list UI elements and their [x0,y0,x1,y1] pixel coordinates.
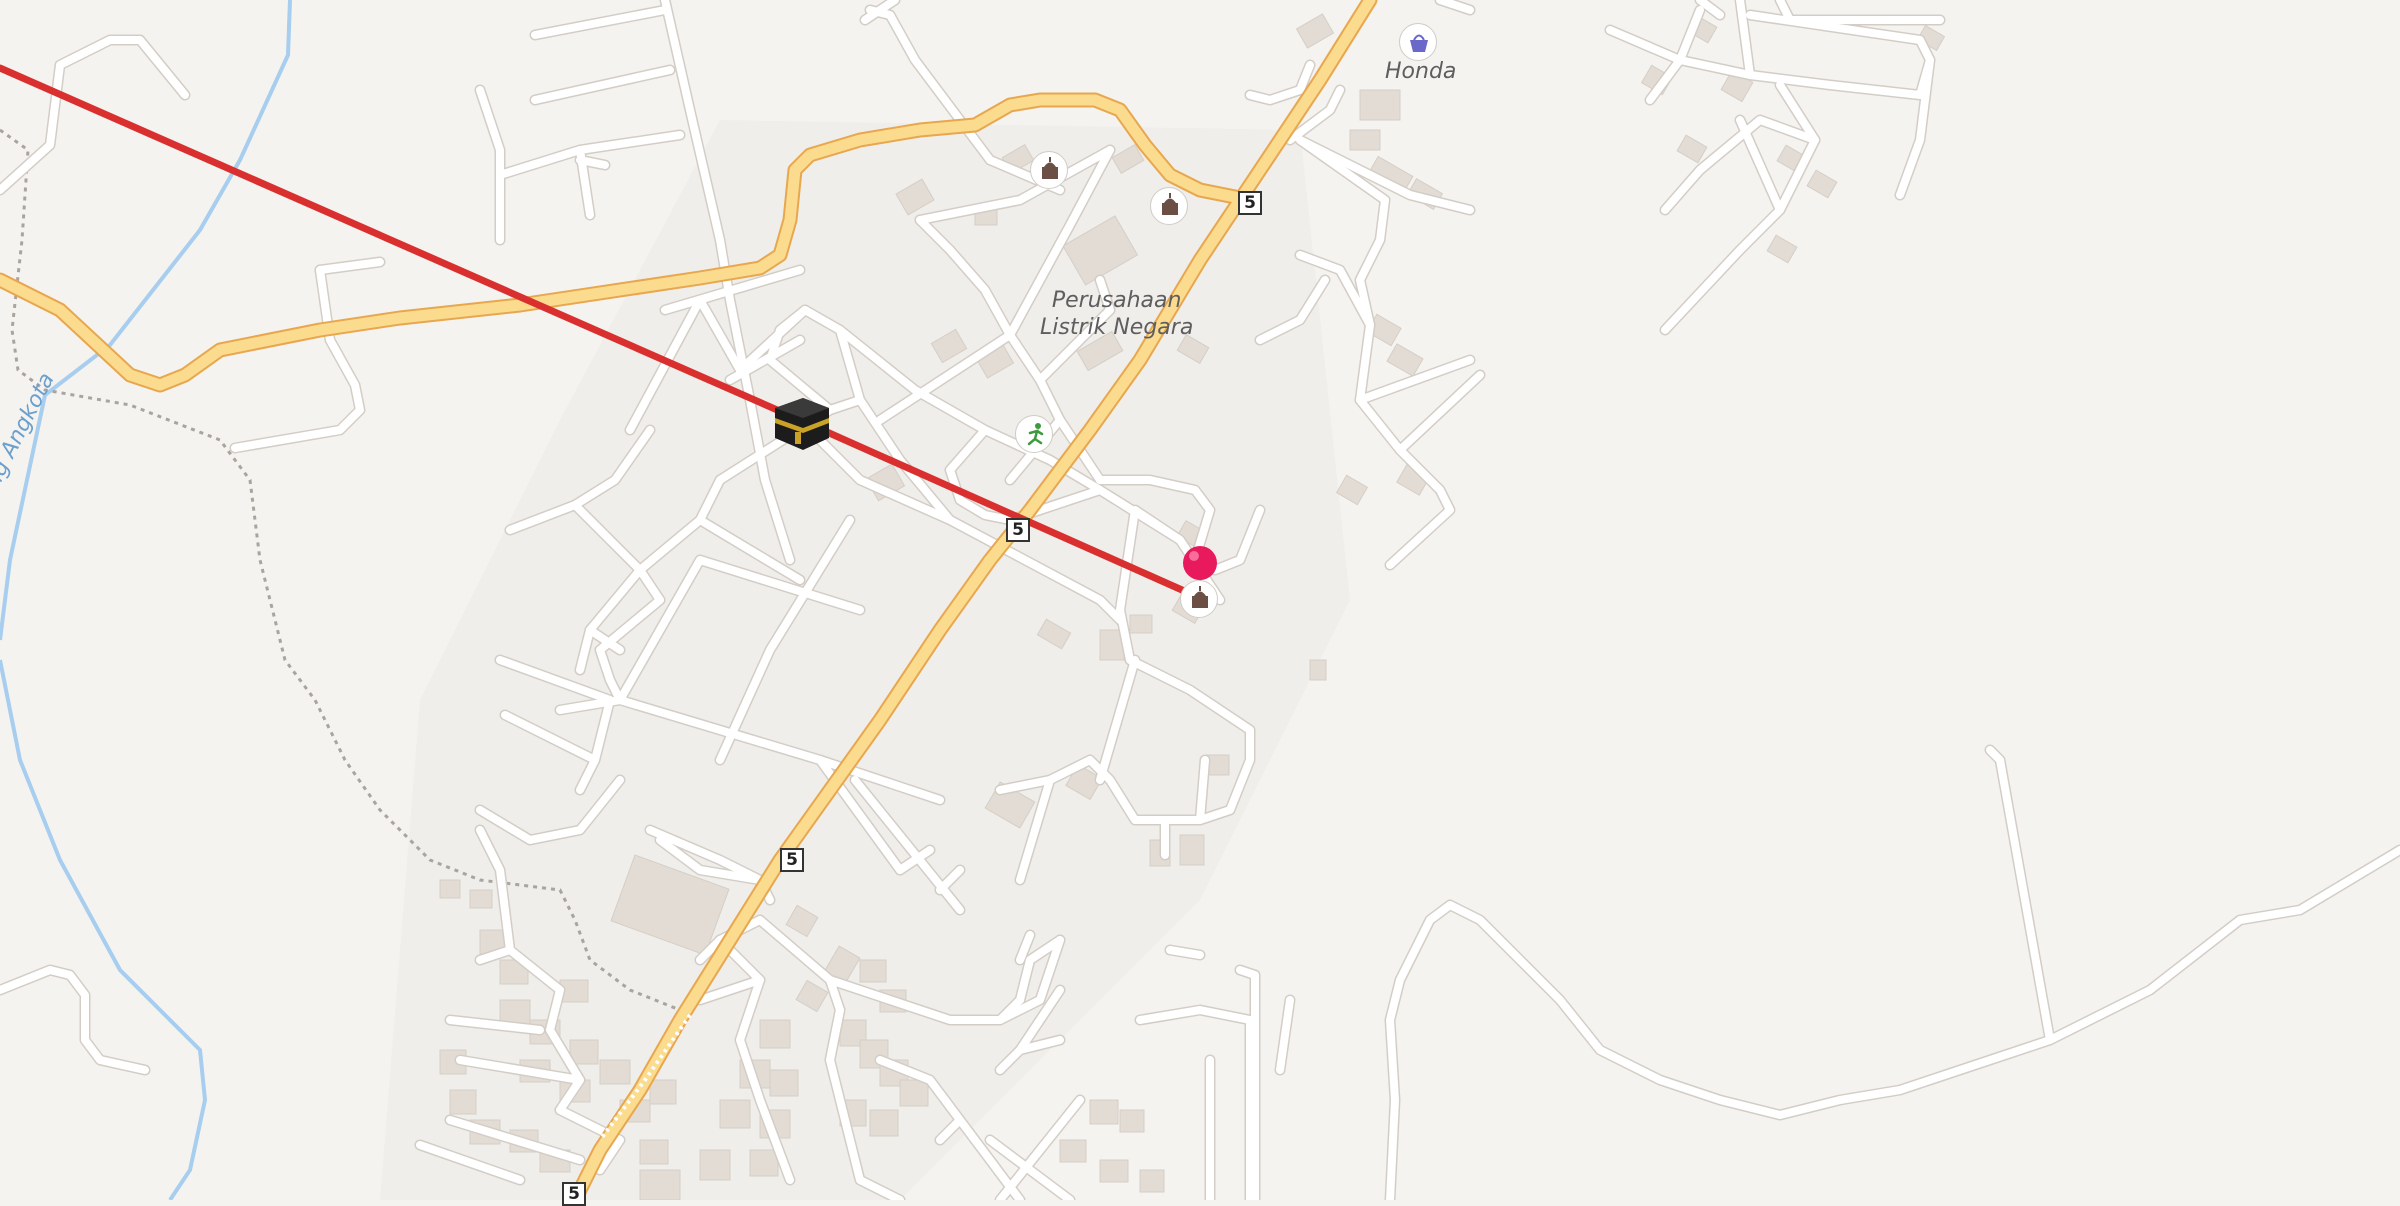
place-label-pln-line1: Perusahaan [1051,288,1182,313]
road-shield: 5 [1006,518,1030,542]
mosque-icon[interactable] [1030,151,1068,189]
river-south [0,659,208,1202]
place-label-honda: Honda [1385,59,1457,84]
shopping-basket-icon[interactable] [1399,23,1437,61]
road-shield: 5 [780,848,804,872]
mosque-icon[interactable] [1150,187,1188,225]
road-shield: 5 [1238,191,1262,215]
river [0,0,292,641]
place-label-pln-line2: Listrik Negara [1040,315,1194,340]
place-label-pln: Perusahaan Listrik Negara [1040,287,1193,341]
map-canvas[interactable]: 5 5 5 5 Perusahaan Listrik Negara Honda … [0,0,2400,1206]
road-shield: 5 [562,1182,586,1206]
mosque-icon[interactable] [1180,580,1218,618]
running-person-icon[interactable] [1015,415,1053,453]
